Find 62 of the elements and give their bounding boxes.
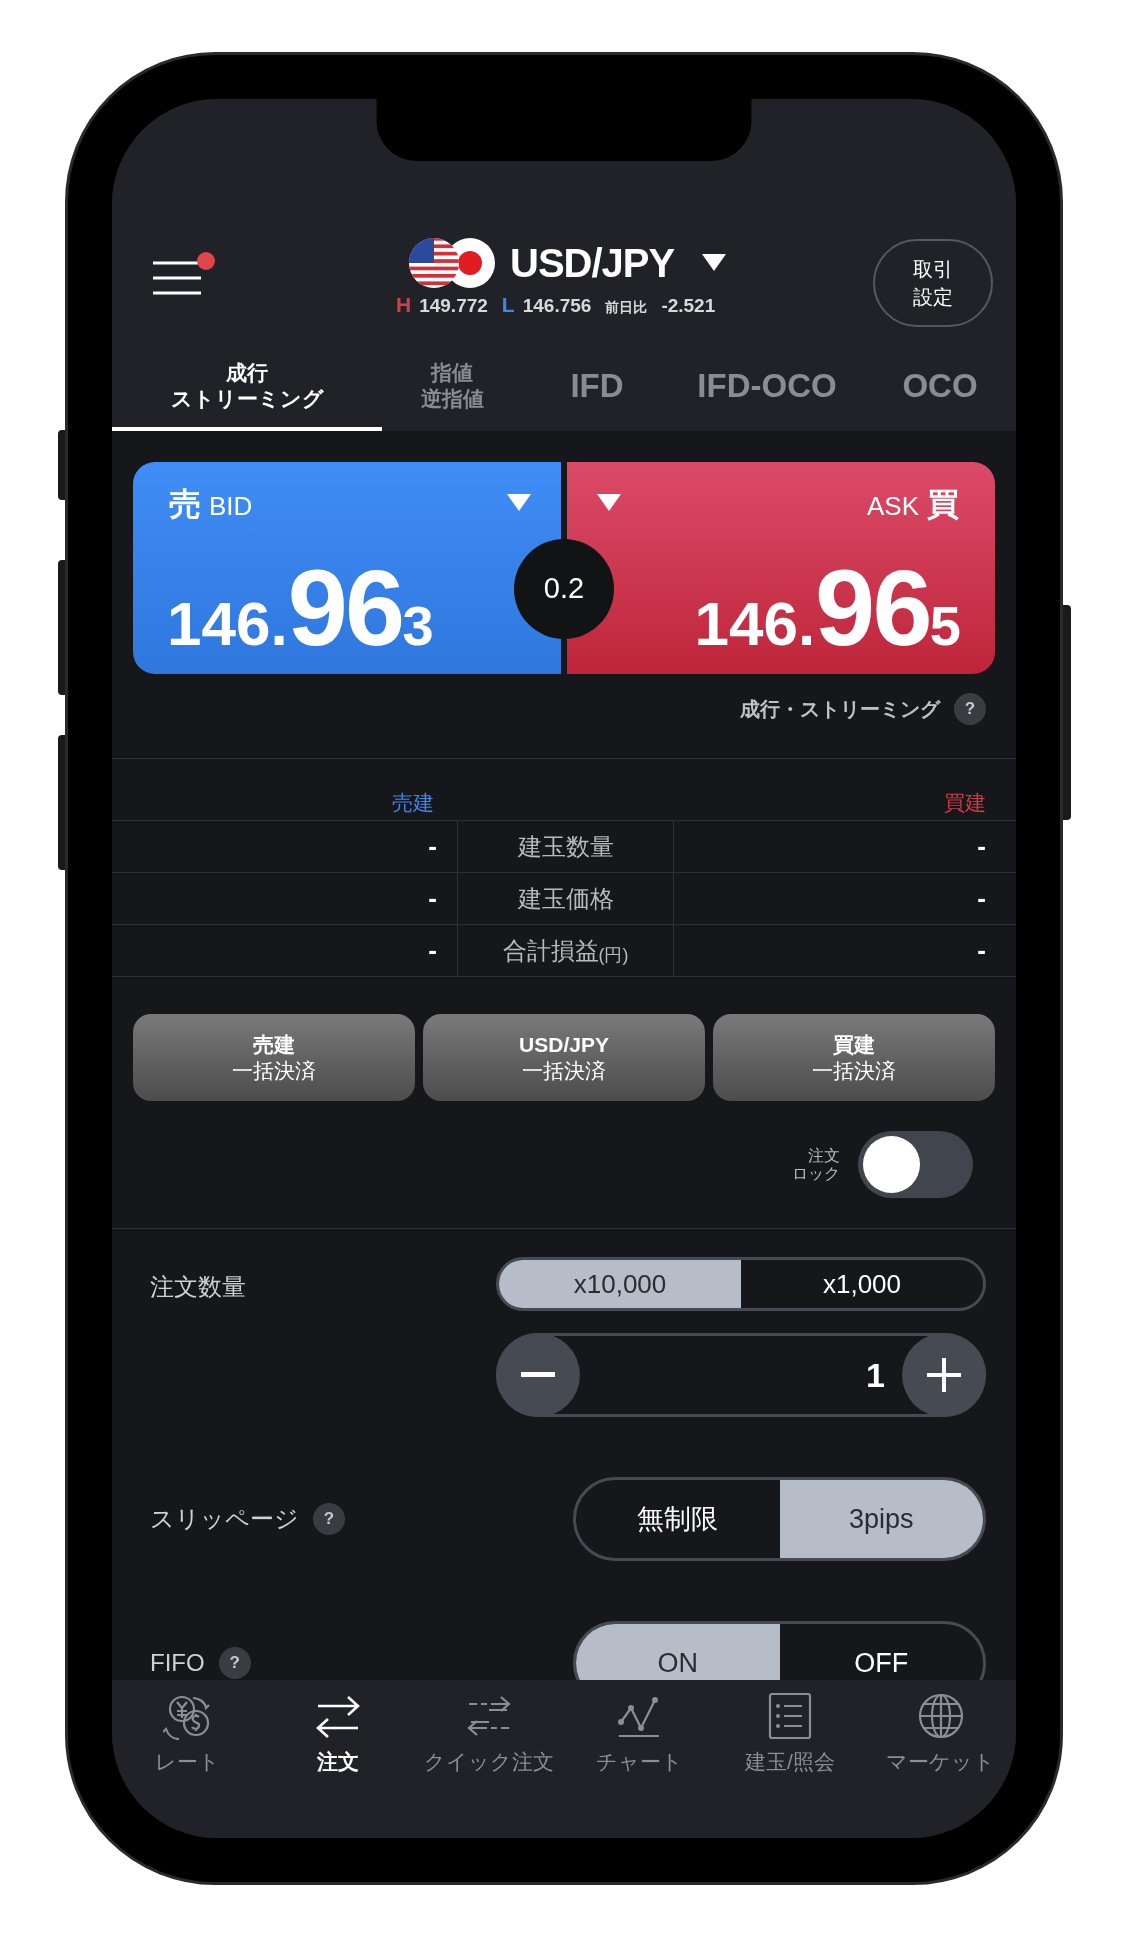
- nav-tab[interactable]: マーケット: [865, 1692, 1016, 1778]
- segment-option[interactable]: OFF: [779, 1624, 983, 1680]
- ask-label: ASK: [866, 490, 919, 523]
- change-label: 前日比: [605, 298, 648, 317]
- segment-option[interactable]: 3pips: [779, 1480, 983, 1558]
- high-value: 149.772: [419, 294, 488, 318]
- quantity-value: 1: [865, 1354, 886, 1396]
- help-button[interactable]: ?: [313, 1503, 345, 1535]
- nav-tab[interactable]: レート: [112, 1692, 263, 1778]
- high-label: H: [396, 292, 412, 318]
- segment-option[interactable]: ON: [576, 1624, 780, 1680]
- table-cell: 建玉価格: [457, 873, 674, 924]
- help-button[interactable]: ?: [218, 1647, 251, 1679]
- segment-option[interactable]: x1,000: [741, 1260, 983, 1308]
- globe-icon: [916, 1692, 965, 1740]
- order-lock-label: 注文 ロック: [792, 1146, 840, 1183]
- change-value: -2.521: [661, 294, 716, 318]
- order-type-tab[interactable]: 指値 逆指値: [382, 344, 522, 431]
- caret-icon: [507, 494, 531, 512]
- caret-icon: [597, 494, 621, 512]
- sell-label: 売: [169, 485, 201, 524]
- close-all-button[interactable]: 買建 一括決済: [713, 1014, 995, 1101]
- caret-icon: [702, 254, 727, 272]
- segment-option[interactable]: x10,000: [499, 1260, 741, 1308]
- table-cell-text: -: [427, 882, 438, 915]
- help-button[interactable]: ?: [954, 693, 986, 725]
- ask-price: 146.965: [694, 554, 961, 662]
- buy-position-header: 買建: [944, 789, 987, 816]
- flags-icon: [408, 237, 498, 289]
- order-type-tab[interactable]: 成行 ストリーミング: [112, 344, 382, 431]
- order-type-tab[interactable]: IFD: [522, 344, 672, 431]
- close-all-button[interactable]: 売建 一括決済: [133, 1014, 415, 1101]
- table-cell-text: -: [976, 830, 987, 863]
- quantity-label: 注文数量: [150, 1272, 246, 1302]
- plus-icon: [927, 1358, 961, 1392]
- table-cell: 建玉数量: [457, 821, 674, 872]
- nav-tab[interactable]: 注文: [262, 1692, 414, 1778]
- low-label: L: [501, 292, 515, 318]
- table-cell: 合計損益$_{(円)}$: [457, 925, 674, 976]
- currency-pair-selector[interactable]: USD/JPY: [510, 233, 727, 293]
- buy-label: 買: [927, 485, 959, 524]
- nav-tab[interactable]: クイック注文: [413, 1692, 564, 1778]
- nav-tab[interactable]: チャート: [564, 1692, 715, 1778]
- close-all-button[interactable]: USD/JPY 一括決済: [423, 1014, 705, 1101]
- setting-label: スリッページ: [150, 1504, 299, 1534]
- sell-position-header: 売建: [391, 789, 434, 816]
- minus-icon: [521, 1372, 555, 1378]
- table-cell-text: -: [976, 882, 987, 915]
- table-cell-text: -: [427, 934, 438, 967]
- setting-label: FIFO: [150, 1648, 205, 1678]
- table-cell-text: -: [976, 934, 987, 967]
- settings-button[interactable]: 取引 設定: [873, 239, 993, 327]
- bid-label: BID: [209, 490, 253, 523]
- bid-price: 146.963: [167, 554, 434, 662]
- table-cell-text: -: [427, 830, 438, 863]
- list-icon: [766, 1692, 814, 1740]
- segment-option[interactable]: 無制限: [576, 1480, 780, 1558]
- order-type-tab[interactable]: IFD-OCO: [672, 344, 862, 431]
- nav-tab[interactable]: 建玉/照会: [714, 1692, 866, 1778]
- order-type-label: 成行・ストリーミング: [740, 697, 940, 722]
- order-type-tab[interactable]: OCO: [862, 344, 1016, 431]
- low-value: 146.756: [522, 294, 592, 318]
